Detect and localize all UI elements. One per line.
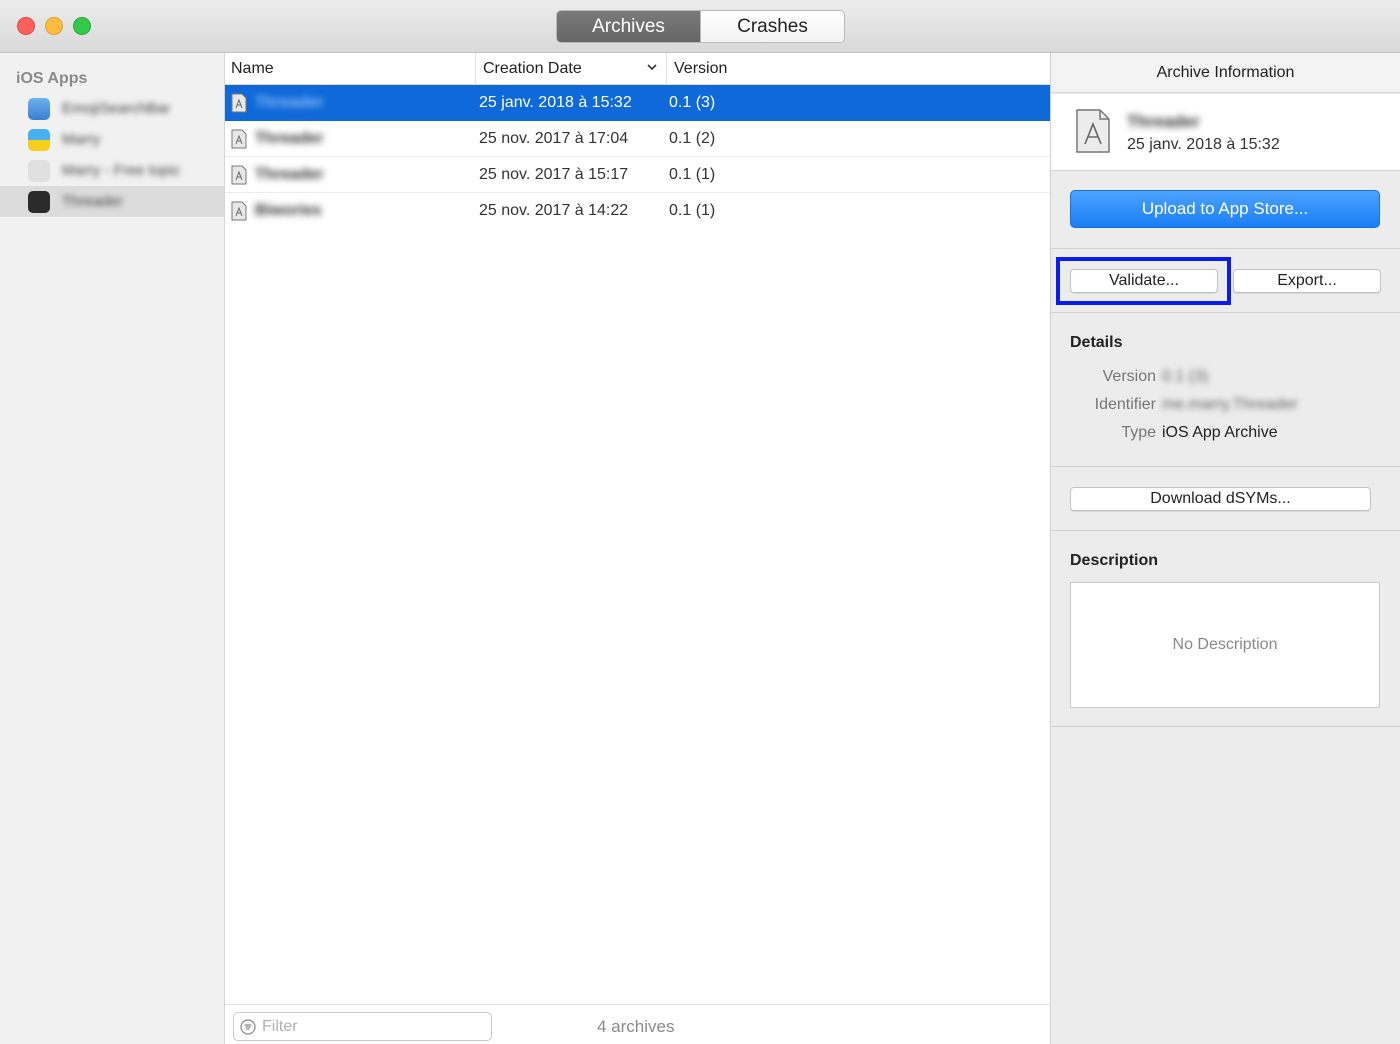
sidebar-item-app[interactable]: Marry - Free topic [0,155,224,186]
archive-inspector: Archive Information Threader 25 janv. 20… [1051,53,1400,1044]
archive-file-icon [231,129,247,149]
divider [1051,530,1400,531]
highlight-annotation [1056,257,1231,305]
archive-file-icon [231,165,247,185]
sidebar-item-label: Marry [62,131,101,148]
view-segmented-control: Archives Crashes [556,10,845,43]
version-cell: 0.1 (1) [669,166,716,183]
version-cell: 0.1 (2) [669,130,716,147]
divider [1051,248,1400,249]
archive-list: Name Creation Date Version Threader 25 j… [225,53,1051,1044]
detail-value: 0.1 (3) [1162,368,1209,385]
filter-icon [240,1018,256,1035]
archive-name: Threader [255,94,324,111]
inspector-title: Archive Information [1051,53,1400,93]
sidebar-item-app[interactable]: Marry [0,124,224,155]
sidebar-item-app[interactable]: EmojiSearchBar [0,93,224,124]
detail-key: Version [1102,368,1156,385]
app-icon [28,159,50,182]
export-button[interactable]: Export... [1233,269,1381,293]
sidebar-heading: iOS Apps [16,70,88,87]
app-icon [28,97,50,120]
column-header-row: Name Creation Date Version [225,53,1050,85]
detail-key: Identifier [1094,396,1156,413]
sidebar-item-label: Marry - Free topic [62,162,181,179]
column-header-creation-date[interactable]: Creation Date [477,53,667,84]
details-title: Details [1070,334,1123,351]
table-row[interactable]: Threader 25 nov. 2017 à 17:04 0.1 (2) [225,121,1050,157]
download-dsyms-button[interactable]: Download dSYMs... [1070,487,1371,511]
version-cell: 0.1 (3) [669,94,716,111]
app-icon [28,190,50,213]
date-cell: 25 janv. 2018 à 15:32 [479,94,632,111]
column-header-label: Creation Date [483,59,582,77]
list-footer: 4 archives [225,1004,1050,1044]
date-cell: 25 nov. 2017 à 15:17 [479,166,629,183]
name-cell: Threader [231,85,471,121]
archive-date: 25 janv. 2018 à 15:32 [1127,136,1280,153]
archive-name: Threader [1127,112,1200,131]
window-titlebar: Archives Crashes [0,0,1400,53]
version-cell: 0.1 (1) [669,202,716,219]
column-header-name[interactable]: Name [225,53,476,84]
sidebar-item-label: EmojiSearchBar [62,100,171,117]
divider [1051,466,1400,467]
divider [1051,312,1400,313]
column-header-version[interactable]: Version [668,53,868,84]
tab-archives[interactable]: Archives [557,11,700,42]
table-row[interactable]: Threader 25 nov. 2017 à 15:17 0.1 (1) [225,157,1050,193]
minimize-window-button[interactable] [45,17,63,35]
upload-to-app-store-button[interactable]: Upload to App Store... [1070,190,1380,228]
name-cell: Threader [231,157,471,193]
archive-name: Threader [255,166,324,183]
description-title: Description [1070,552,1159,569]
archive-count: 4 archives [597,1017,675,1036]
archive-name: Threader [255,130,324,147]
zoom-window-button[interactable] [73,17,91,35]
filter-field[interactable] [233,1012,492,1041]
archive-file-icon [1076,109,1110,153]
close-window-button[interactable] [17,17,35,35]
date-cell: 25 nov. 2017 à 14:22 [479,202,629,219]
app-icon [28,128,50,151]
table-row[interactable]: Biwories 25 nov. 2017 à 14:22 0.1 (1) [225,193,1050,229]
sidebar-item-label: Threader [62,193,123,210]
detail-value: iOS App Archive [1162,424,1278,441]
name-cell: Threader [231,121,471,157]
tab-crashes[interactable]: Crashes [700,11,844,42]
chevron-down-icon [647,64,657,71]
archive-file-icon [231,201,247,221]
detail-value: me.marry.Threader [1162,396,1298,413]
detail-type: Type iOS App Archive [1051,424,1400,446]
divider [1051,726,1400,727]
detail-key: Type [1121,424,1156,441]
detail-identifier: Identifier me.marry.Threader [1051,396,1400,418]
description-placeholder: No Description [1172,636,1278,653]
archive-file-icon [231,93,247,113]
detail-version: Version 0.1 (3) [1051,368,1400,390]
name-cell: Biwories [231,193,471,229]
description-field[interactable]: No Description [1070,582,1380,708]
sidebar-item-app-selected[interactable]: Threader [0,186,224,217]
archive-name: Biwories [255,202,322,219]
table-row[interactable]: Threader 25 janv. 2018 à 15:32 0.1 (3) [225,85,1050,121]
date-cell: 25 nov. 2017 à 17:04 [479,130,629,147]
filter-input[interactable] [262,1017,482,1036]
sidebar: iOS Apps EmojiSearchBar Marry Marry - Fr… [0,53,225,1044]
archive-summary: Threader 25 janv. 2018 à 15:32 [1051,94,1400,171]
